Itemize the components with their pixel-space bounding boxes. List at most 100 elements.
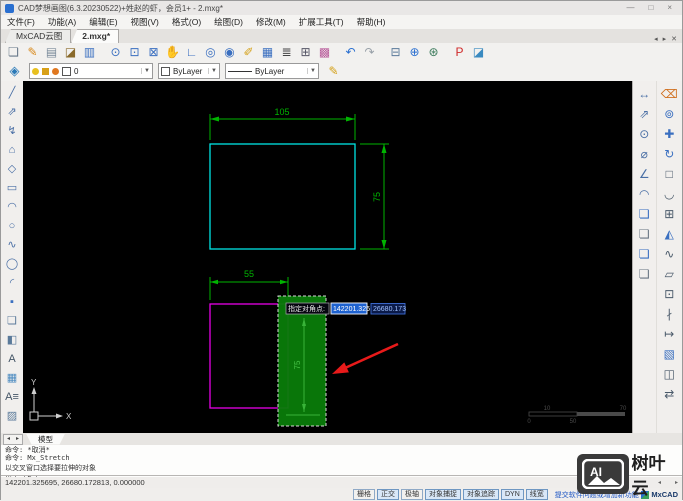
- menu-item[interactable]: 帮助(H): [357, 16, 386, 28]
- dim-linear-icon[interactable]: ↔: [634, 84, 654, 104]
- extend-icon[interactable]: ↦: [659, 324, 679, 344]
- image-insert-icon[interactable]: ▦: [3, 368, 21, 387]
- new-file-icon[interactable]: ❏: [4, 44, 23, 60]
- dim-diameter-icon[interactable]: ⌀: [634, 144, 654, 164]
- tab-next-button[interactable]: ▸: [663, 35, 667, 43]
- print-icon[interactable]: ⊟: [386, 44, 405, 60]
- menu-item[interactable]: 视图(V): [131, 16, 159, 28]
- paste-block-icon[interactable]: ❏: [634, 264, 654, 284]
- line-icon[interactable]: ╱: [3, 83, 21, 102]
- dim-angular-icon[interactable]: ∠: [634, 164, 654, 184]
- linetype-edit-pencil-icon[interactable]: ✎: [324, 63, 343, 79]
- web-publish-icon[interactable]: ⊕: [405, 44, 424, 60]
- rectangle-icon[interactable]: ▭: [3, 178, 21, 197]
- spline-edit-icon[interactable]: ∿: [659, 244, 679, 264]
- menu-item[interactable]: 扩展工具(T): [299, 16, 344, 28]
- save-icon[interactable]: ▤: [42, 44, 61, 60]
- hatch-icon[interactable]: ▨: [3, 406, 21, 425]
- zoom-circle-icon[interactable]: ◎: [201, 44, 220, 60]
- zoom-previous-icon[interactable]: ⊙: [106, 44, 125, 60]
- web-sphere-icon[interactable]: ⊛: [424, 44, 443, 60]
- sheet-prev-button[interactable]: ◂: [4, 435, 13, 444]
- pan-hand-icon[interactable]: ✋: [163, 44, 182, 60]
- move-icon[interactable]: ✚: [659, 124, 679, 144]
- open-folder-icon[interactable]: ◪: [61, 44, 80, 60]
- open-edit-icon[interactable]: ✎: [23, 44, 42, 60]
- point-icon[interactable]: ▪: [3, 292, 21, 311]
- pedit-icon[interactable]: ◡: [659, 184, 679, 204]
- table-icon[interactable]: ▦: [258, 44, 277, 60]
- menu-item[interactable]: 功能(A): [48, 16, 76, 28]
- polyline-icon[interactable]: ↯: [3, 121, 21, 140]
- copy-object-icon[interactable]: ❏: [634, 204, 654, 224]
- redo-icon[interactable]: ↷: [360, 44, 379, 60]
- offset-icon[interactable]: □: [659, 164, 679, 184]
- text-icon[interactable]: A: [3, 349, 21, 368]
- minimize-button[interactable]: —: [626, 1, 634, 15]
- zoom-center-icon[interactable]: ◉: [220, 44, 239, 60]
- close-button[interactable]: ×: [667, 1, 672, 15]
- magenta-rectangle[interactable]: [209, 303, 289, 409]
- tab-close-button[interactable]: ✕: [671, 35, 677, 43]
- color-select[interactable]: ByLayer ▼: [158, 63, 220, 79]
- tab-prev-button[interactable]: ◂: [654, 35, 658, 43]
- palette-icon[interactable]: ▩: [315, 44, 334, 60]
- crossing-selection-window[interactable]: [277, 295, 327, 427]
- polygon-icon[interactable]: ⌂: [3, 140, 21, 159]
- menu-item[interactable]: 编辑(E): [89, 16, 117, 28]
- dimension-55[interactable]: [209, 277, 289, 300]
- maximize-button[interactable]: □: [648, 1, 653, 15]
- paste-object-icon[interactable]: ❏: [634, 224, 654, 244]
- stretch-icon[interactable]: ▱: [659, 264, 679, 284]
- text-style-icon[interactable]: A≡: [3, 387, 21, 406]
- spline-icon[interactable]: ∿: [3, 235, 21, 254]
- tab-2mxg[interactable]: 2.mxg*: [71, 29, 120, 43]
- layer-select[interactable]: 0 ▼: [29, 63, 153, 79]
- save-as-icon[interactable]: ▥: [80, 44, 99, 60]
- block-create-icon[interactable]: ◧: [3, 330, 21, 349]
- dim-arc-icon[interactable]: ◠: [634, 184, 654, 204]
- menu-item[interactable]: 绘图(D): [214, 16, 243, 28]
- trim-icon[interactable]: ∤: [659, 304, 679, 324]
- menu-item[interactable]: 修改(M): [256, 16, 286, 28]
- tab-mxcad-cloud[interactable]: MxCAD云图: [5, 29, 72, 43]
- clipboard-icon[interactable]: ⊞: [296, 44, 315, 60]
- linetype-select[interactable]: ByLayer ▼: [225, 63, 319, 79]
- drawing-canvas[interactable]: 105 75 55 75 指定对角点: 142201.326 26680.173…: [23, 81, 635, 433]
- copy-icon[interactable]: ⊚: [659, 104, 679, 124]
- ellipse-arc-icon[interactable]: ◜: [3, 273, 21, 292]
- menu-item[interactable]: 文件(F): [7, 16, 35, 28]
- dim-arrow: [346, 116, 355, 122]
- zoom-dynamic-icon[interactable]: ∟: [182, 44, 201, 60]
- arc-icon[interactable]: ◠: [3, 197, 21, 216]
- copy-block-icon[interactable]: ❏: [634, 244, 654, 264]
- circle-icon[interactable]: ○: [3, 216, 21, 235]
- block-insert-icon[interactable]: ❏: [3, 311, 21, 330]
- break-icon[interactable]: ◫: [659, 364, 679, 384]
- array-icon[interactable]: ⊞: [659, 204, 679, 224]
- zoom-extents-icon[interactable]: ⊠: [144, 44, 163, 60]
- sheet-next-button[interactable]: ▸: [13, 435, 22, 444]
- box-3d-icon[interactable]: ▧: [659, 344, 679, 364]
- pdf-export-icon[interactable]: P: [450, 44, 469, 60]
- dim-radius-icon[interactable]: ⊙: [634, 124, 654, 144]
- cyan-rectangle[interactable]: [209, 143, 356, 250]
- mtext-icon[interactable]: ≣: [277, 44, 296, 60]
- undo-icon[interactable]: ↶: [341, 44, 360, 60]
- polygon-irregular-icon[interactable]: ◇: [3, 159, 21, 178]
- dim-aligned-icon[interactable]: ⇗: [634, 104, 654, 124]
- ellipse-icon[interactable]: ◯: [3, 254, 21, 273]
- ray-icon[interactable]: ⇗: [3, 102, 21, 121]
- scale-icon[interactable]: ⊡: [659, 284, 679, 304]
- menu-item[interactable]: 格式(O): [172, 16, 201, 28]
- zoom-window-icon[interactable]: ⊡: [125, 44, 144, 60]
- join-icon[interactable]: ⇄: [659, 384, 679, 404]
- draw-order-pencil-icon[interactable]: ✐: [239, 44, 258, 60]
- mirror-icon[interactable]: ◭: [659, 224, 679, 244]
- rotate-icon[interactable]: ↻: [659, 144, 679, 164]
- model-space-tab[interactable]: 模型: [26, 433, 66, 445]
- image-export-icon[interactable]: ◪: [469, 44, 488, 60]
- dimension-105[interactable]: [209, 114, 356, 140]
- layers-manager-icon[interactable]: ◈: [5, 63, 24, 79]
- erase-icon[interactable]: ⌫: [659, 84, 679, 104]
